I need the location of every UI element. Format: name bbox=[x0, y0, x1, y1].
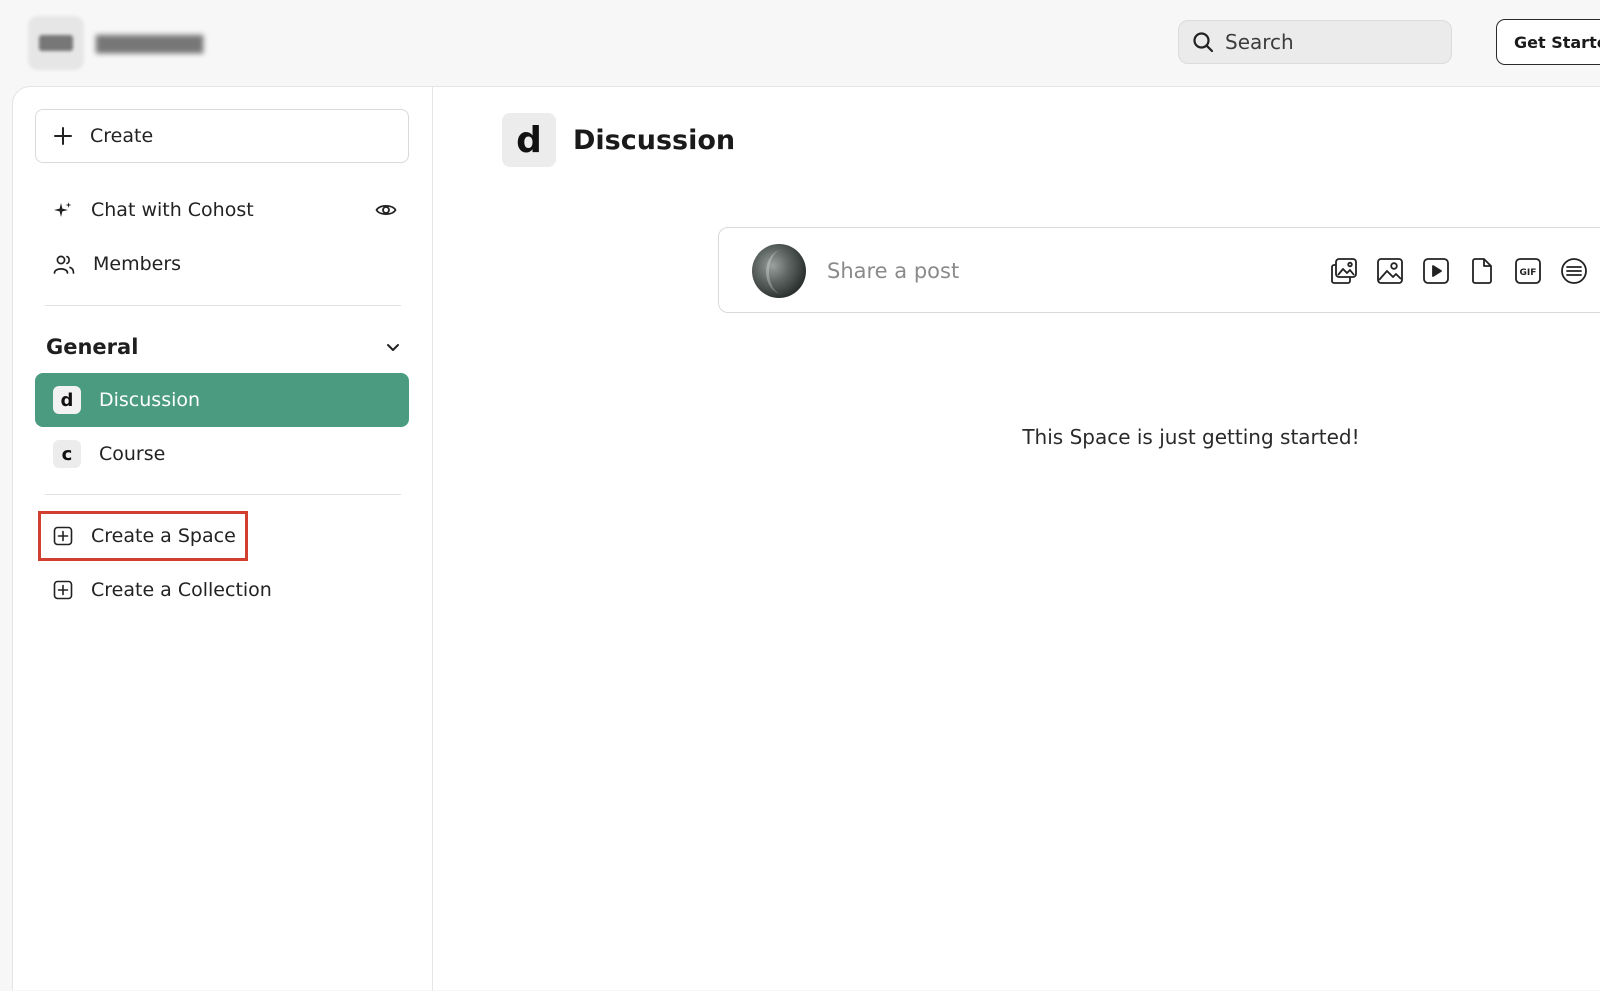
top-bar: ▇▇▇▇▇▇▇▇ Get Started bbox=[0, 0, 1600, 86]
create-collection-button[interactable]: Create a Collection bbox=[35, 563, 409, 617]
sidebar-divider bbox=[45, 305, 401, 306]
empty-state-message: This Space is just getting started! bbox=[1022, 425, 1360, 449]
svg-text:GIF: GIF bbox=[1520, 268, 1537, 278]
community-brand[interactable]: ▇▇▇▇▇▇▇▇ bbox=[28, 16, 218, 70]
create-collection-label: Create a Collection bbox=[91, 579, 272, 601]
video-icon[interactable] bbox=[1421, 256, 1451, 286]
main-content: d Discussion Share a post GIF This Space… bbox=[434, 87, 1600, 991]
share-post-input[interactable] bbox=[827, 254, 1207, 288]
sidebar: Create Chat with Cohost Members General … bbox=[13, 87, 433, 991]
sidebar-item-members[interactable]: Members bbox=[35, 237, 409, 291]
create-space-label: Create a Space bbox=[91, 525, 236, 547]
community-name-blurred: ▇▇▇▇▇▇▇▇ bbox=[96, 32, 203, 54]
plus-square-icon bbox=[53, 580, 73, 600]
section-header-general[interactable]: General bbox=[46, 331, 401, 363]
members-icon bbox=[53, 255, 75, 274]
chevron-down-icon bbox=[387, 344, 399, 351]
space-label: Discussion bbox=[99, 389, 201, 411]
sidebar-item-label: Members bbox=[93, 253, 182, 275]
plus-square-icon bbox=[53, 526, 73, 546]
plus-icon bbox=[54, 127, 72, 145]
image-icon[interactable] bbox=[1375, 256, 1405, 286]
create-button-label: Create bbox=[90, 125, 154, 147]
search-icon bbox=[1193, 32, 1214, 53]
gallery-icon[interactable] bbox=[1329, 256, 1359, 286]
search-bar[interactable] bbox=[1178, 20, 1452, 64]
gif-icon[interactable]: GIF bbox=[1513, 256, 1543, 286]
sidebar-item-chat-with-cohost[interactable]: Chat with Cohost bbox=[35, 183, 409, 237]
create-space-button[interactable]: Create a Space bbox=[35, 509, 409, 563]
sidebar-space-course[interactable]: c Course bbox=[35, 427, 409, 481]
space-badge-large: d bbox=[502, 113, 556, 167]
space-badge: d bbox=[53, 386, 81, 414]
avatar bbox=[752, 244, 806, 298]
eye-icon[interactable] bbox=[375, 200, 397, 220]
create-button[interactable]: Create bbox=[35, 109, 409, 163]
section-title: General bbox=[46, 335, 139, 359]
space-label: Course bbox=[99, 443, 166, 465]
space-badge: c bbox=[53, 440, 81, 468]
post-composer[interactable]: GIF bbox=[718, 227, 1600, 313]
file-icon[interactable] bbox=[1467, 256, 1497, 286]
page-title: Discussion bbox=[573, 124, 736, 156]
sidebar-item-label: Chat with Cohost bbox=[91, 199, 254, 221]
sidebar-divider bbox=[45, 494, 401, 495]
app-shell: Create Chat with Cohost Members General … bbox=[12, 86, 1600, 991]
page-header: d Discussion bbox=[502, 113, 735, 167]
search-input[interactable] bbox=[1225, 30, 1425, 54]
sidebar-space-discussion[interactable]: d Discussion bbox=[35, 373, 409, 427]
sparkle-icon bbox=[54, 202, 72, 217]
community-logo bbox=[28, 16, 84, 70]
poll-icon[interactable] bbox=[1559, 256, 1589, 286]
get-started-button[interactable]: Get Started bbox=[1496, 19, 1600, 65]
composer-toolbar: GIF bbox=[1329, 256, 1600, 286]
